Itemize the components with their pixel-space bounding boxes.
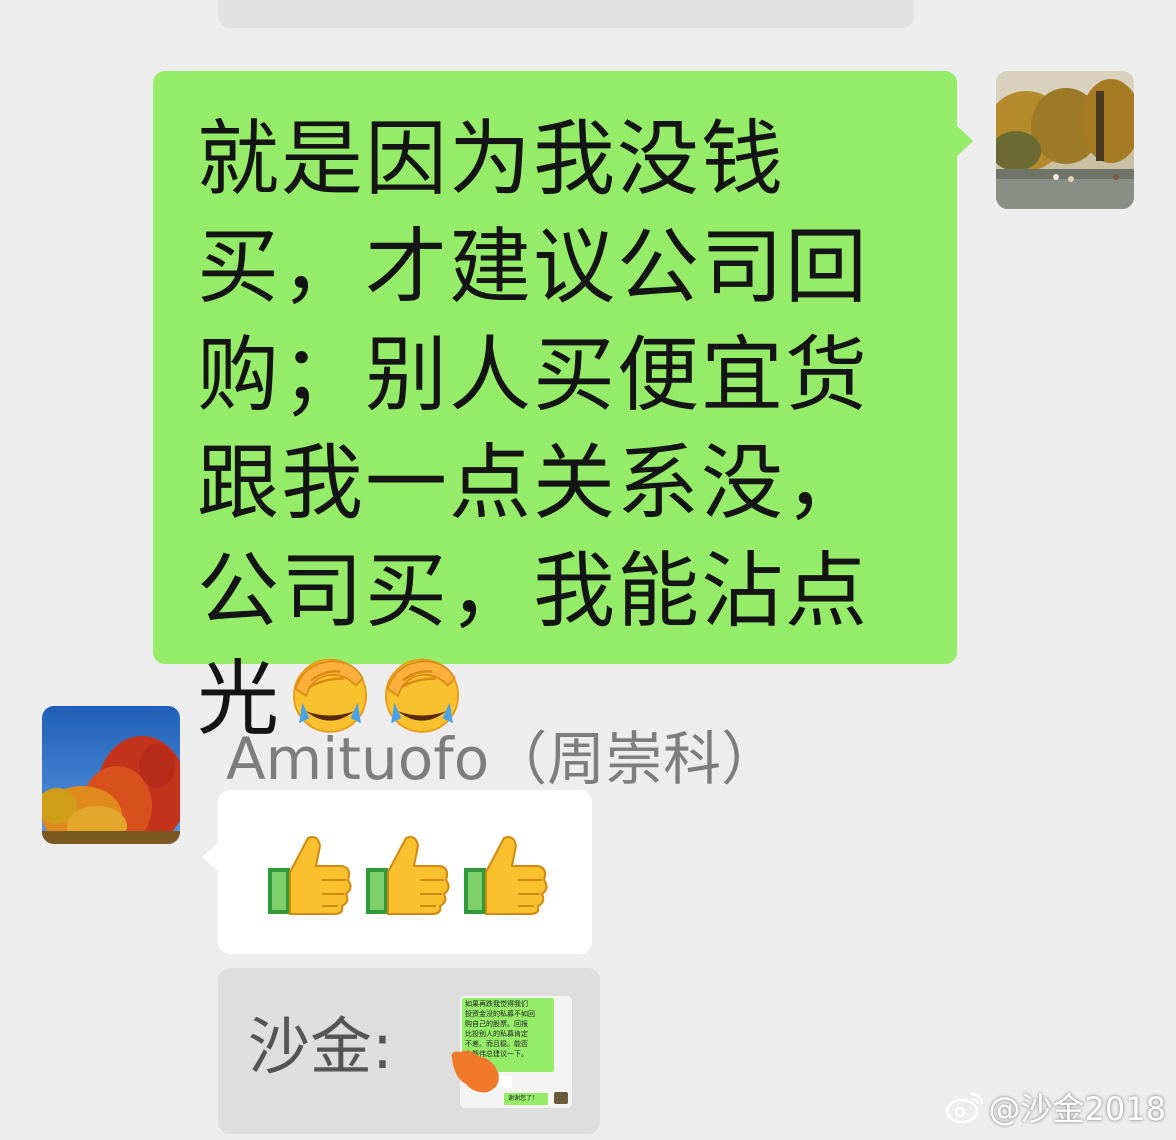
quoted-sender-label: 沙金: xyxy=(248,1010,393,1083)
thumbnail-text-line: 投资金没的私募不如回 xyxy=(465,1010,535,1018)
sender-name: Amituofo（周崇科） xyxy=(226,725,780,793)
thumbs-up-emoji-icon xyxy=(464,836,548,915)
thumbs-up-emoji-icon xyxy=(366,836,450,915)
thumbnail-text-line: 比投别人的私募肯定 xyxy=(465,1030,528,1038)
my-avatar[interactable] xyxy=(996,71,1134,209)
thumbs-up-emoji-icon xyxy=(268,836,352,915)
quoted-message-box[interactable]: 沙金: 如果再跌我觉得我们 投资金没的私募不如回 购自己的股票。回报 比投别人的… xyxy=(218,968,600,1134)
thumbnail-thanks-bubble: 谢谢您了！ xyxy=(504,1093,548,1105)
thumbnail-text-line: 购自己的股票。回报 xyxy=(465,1020,528,1028)
thumbnail-avatar xyxy=(554,1092,568,1104)
outgoing-message-bubble[interactable]: 就是因为我没钱买，才建议公司回购；别人买便宜货跟我一点关系没，公司买，我能沾点光 xyxy=(153,71,973,747)
thumbnail-text-line: 如果再跌我觉得我们 xyxy=(465,1000,528,1008)
weibo-watermark: @沙金2018 xyxy=(945,1084,1166,1130)
outgoing-message-text: 就是因为我没钱买，才建议公司回购；别人买便宜货跟我一点关系没，公司买，我能沾点光 xyxy=(197,112,870,747)
previous-quote-bubble[interactable] xyxy=(218,0,914,28)
orange-redaction-mark-icon xyxy=(451,1050,499,1093)
watermark-text: @沙金2018 xyxy=(988,1090,1166,1128)
autumn-tree-avatar-image xyxy=(42,706,180,844)
landscape-river-avatar-image xyxy=(996,71,1134,209)
incoming-message-bubble[interactable] xyxy=(202,790,592,954)
weibo-logo-icon xyxy=(945,1092,983,1124)
sender-avatar[interactable] xyxy=(42,706,180,844)
